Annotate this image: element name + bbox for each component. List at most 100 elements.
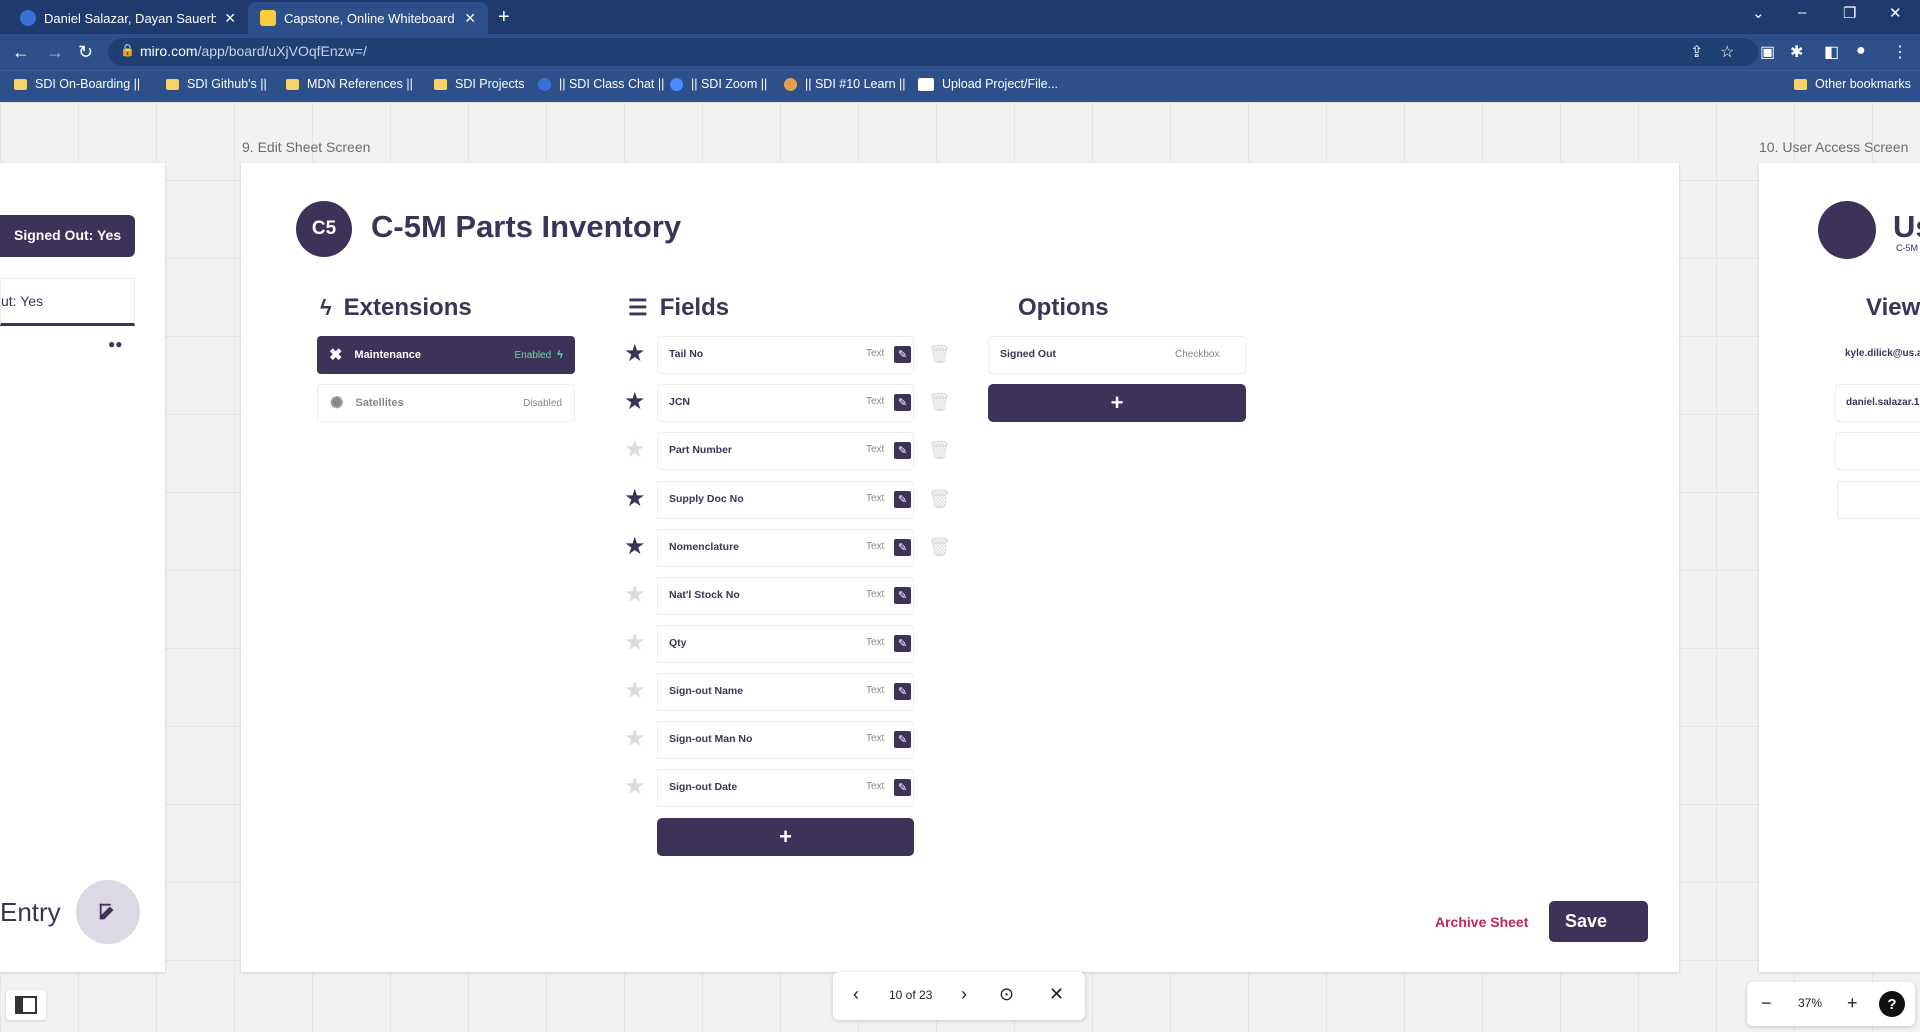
- field-row: ★ Nat'l Stock No Text ✎: [620, 577, 950, 615]
- sidebar-toggle-button[interactable]: [6, 990, 46, 1020]
- extensions-heading: ϟ Extensions: [320, 294, 472, 321]
- edit-icon[interactable]: ✎: [894, 779, 911, 796]
- field-row: ★ Supply Doc No Text ✎ 🗑: [620, 481, 951, 519]
- presentation-controls: ‹ 10 of 23 › ⊙ ✕: [833, 972, 1085, 1020]
- bookmark[interactable]: || SDI Class Chat ||: [538, 77, 664, 91]
- close-tab-icon[interactable]: ✕: [224, 10, 236, 27]
- edit-icon[interactable]: ✎: [894, 683, 911, 700]
- browser-tab-active[interactable]: Capstone, Online Whiteboard for ✕: [248, 2, 488, 34]
- edit-icon[interactable]: ✎: [894, 539, 911, 556]
- restore-icon[interactable]: ❐: [1843, 4, 1856, 22]
- lock-icon: 🔒: [120, 43, 135, 57]
- bookmark[interactable]: MDN References ||: [286, 77, 413, 91]
- zoom-out-icon[interactable]: −: [1761, 993, 1772, 1014]
- save-button[interactable]: Save: [1549, 901, 1648, 942]
- edit-icon[interactable]: ✎: [894, 635, 911, 652]
- close-window-icon[interactable]: ✕: [1889, 4, 1902, 22]
- page-title: C-5M Parts Inventory: [371, 209, 682, 244]
- edit-entry-button[interactable]: [76, 880, 140, 944]
- star-icon[interactable]: ★: [624, 390, 646, 414]
- sidebar-icon: [15, 996, 37, 1014]
- view-heading: View: [1866, 294, 1920, 321]
- edit-icon[interactable]: ✎: [894, 346, 911, 363]
- bookmarks-bar: SDI On-Boarding || SDI Github's || MDN R…: [0, 70, 1920, 102]
- star-icon[interactable]: ★: [624, 775, 646, 799]
- zoom-level[interactable]: 37%: [1798, 996, 1822, 1010]
- add-field-button[interactable]: +: [657, 818, 914, 856]
- reload-icon[interactable]: ↻: [78, 42, 93, 63]
- bookmark[interactable]: || SDI #10 Learn ||: [784, 77, 906, 91]
- tab-search-icon[interactable]: ⌄: [1752, 4, 1765, 22]
- help-icon[interactable]: ?: [1879, 991, 1905, 1017]
- avatar: [1818, 201, 1876, 259]
- star-icon[interactable]: ★: [624, 487, 646, 511]
- edit-icon[interactable]: ✎: [894, 731, 911, 748]
- trash-icon[interactable]: 🗑: [928, 392, 951, 413]
- frame-user-access[interactable]: [1759, 163, 1920, 972]
- edit-icon[interactable]: ✎: [894, 491, 911, 508]
- user-row[interactable]: [1837, 481, 1920, 519]
- bookmark[interactable]: SDI Github's ||: [166, 77, 267, 91]
- bookmark[interactable]: || SDI Zoom ||: [670, 77, 767, 91]
- chat-icon: [538, 77, 551, 91]
- user-email: daniel.salazar.1: [1846, 397, 1920, 408]
- browser-tab[interactable]: Daniel Salazar, Dayan Sauerbronn ✕: [8, 2, 248, 34]
- edit-icon: [99, 903, 114, 920]
- zoom-controls: − 37% + ?: [1747, 982, 1915, 1026]
- close-tab-icon[interactable]: ✕: [464, 10, 476, 27]
- url-field[interactable]: 🔒 miro.com/app/board/uXjVOqfEnzw=/: [108, 38, 1758, 66]
- user-row[interactable]: [1835, 432, 1920, 470]
- back-icon[interactable]: ←: [12, 42, 30, 63]
- option-signed-out[interactable]: Signed Out Checkbox: [988, 336, 1246, 374]
- star-icon[interactable]: ★: [624, 727, 646, 751]
- forward-icon[interactable]: →: [46, 42, 64, 63]
- bookmark[interactable]: Upload Project/File...: [918, 77, 1058, 91]
- sidepanel-icon[interactable]: ◧: [1824, 42, 1839, 62]
- close-icon[interactable]: ✕: [1049, 984, 1064, 1005]
- zoom-in-icon[interactable]: +: [1847, 993, 1858, 1014]
- archive-sheet-link[interactable]: Archive Sheet: [1435, 914, 1528, 930]
- star-icon[interactable]: ★: [624, 438, 646, 462]
- extension-icon[interactable]: ▣: [1760, 42, 1775, 62]
- extension-satellites[interactable]: ✺ Satellites Disabled: [317, 384, 575, 422]
- menu-icon[interactable]: ⋮: [1892, 42, 1908, 62]
- frame-edit-sheet[interactable]: [241, 163, 1679, 972]
- bookmark[interactable]: SDI On-Boarding ||: [14, 77, 140, 91]
- field-row: ★ Sign-out Man No Text ✎: [620, 721, 950, 759]
- star-icon[interactable]: ★: [624, 583, 646, 607]
- bookmark[interactable]: SDI Projects: [434, 77, 524, 91]
- bookmark-star-icon[interactable]: ☆: [1720, 42, 1734, 62]
- share-icon[interactable]: ⇪: [1690, 42, 1703, 62]
- puzzle-icon[interactable]: ✱: [1790, 42, 1803, 62]
- profile-avatar-icon[interactable]: ●: [1856, 42, 1866, 60]
- minimize-icon[interactable]: –: [1798, 4, 1806, 21]
- folder-icon: [286, 78, 299, 90]
- toggle-icon: ●●: [108, 337, 123, 351]
- field-row: ★ Part Number Text ✎ 🗑: [620, 432, 951, 470]
- extension-maintenance[interactable]: ✖ Maintenance Enabled ϟ: [317, 336, 575, 374]
- star-icon[interactable]: ★: [624, 342, 646, 366]
- field-row: ★ Nomenclature Text ✎ 🗑: [620, 529, 951, 567]
- list-icon: ☰: [628, 295, 648, 320]
- trash-icon[interactable]: 🗑: [928, 344, 951, 365]
- trash-icon[interactable]: 🗑: [928, 440, 951, 461]
- prev-slide-icon[interactable]: ‹: [853, 984, 859, 1005]
- edit-icon[interactable]: ✎: [894, 442, 911, 459]
- tab-favicon-icon: [20, 10, 36, 26]
- edit-icon[interactable]: ✎: [894, 394, 911, 411]
- play-icon[interactable]: ⊙: [999, 984, 1014, 1005]
- trash-icon[interactable]: 🗑: [928, 537, 951, 558]
- new-tab-icon[interactable]: +: [498, 6, 510, 29]
- add-option-button[interactable]: +: [988, 384, 1246, 422]
- star-icon[interactable]: ★: [624, 679, 646, 703]
- trash-icon[interactable]: 🗑: [928, 489, 951, 510]
- edit-icon[interactable]: ✎: [894, 587, 911, 604]
- zoom-icon: [670, 77, 683, 91]
- star-icon[interactable]: ★: [624, 535, 646, 559]
- folder-icon: [434, 78, 447, 90]
- bookmark-other[interactable]: Other bookmarks: [1794, 77, 1911, 91]
- field-row: ★ Qty Text ✎: [620, 625, 950, 663]
- next-slide-icon[interactable]: ›: [961, 984, 967, 1005]
- field-row: ★ Sign-out Name Text ✎: [620, 673, 950, 711]
- star-icon[interactable]: ★: [624, 631, 646, 655]
